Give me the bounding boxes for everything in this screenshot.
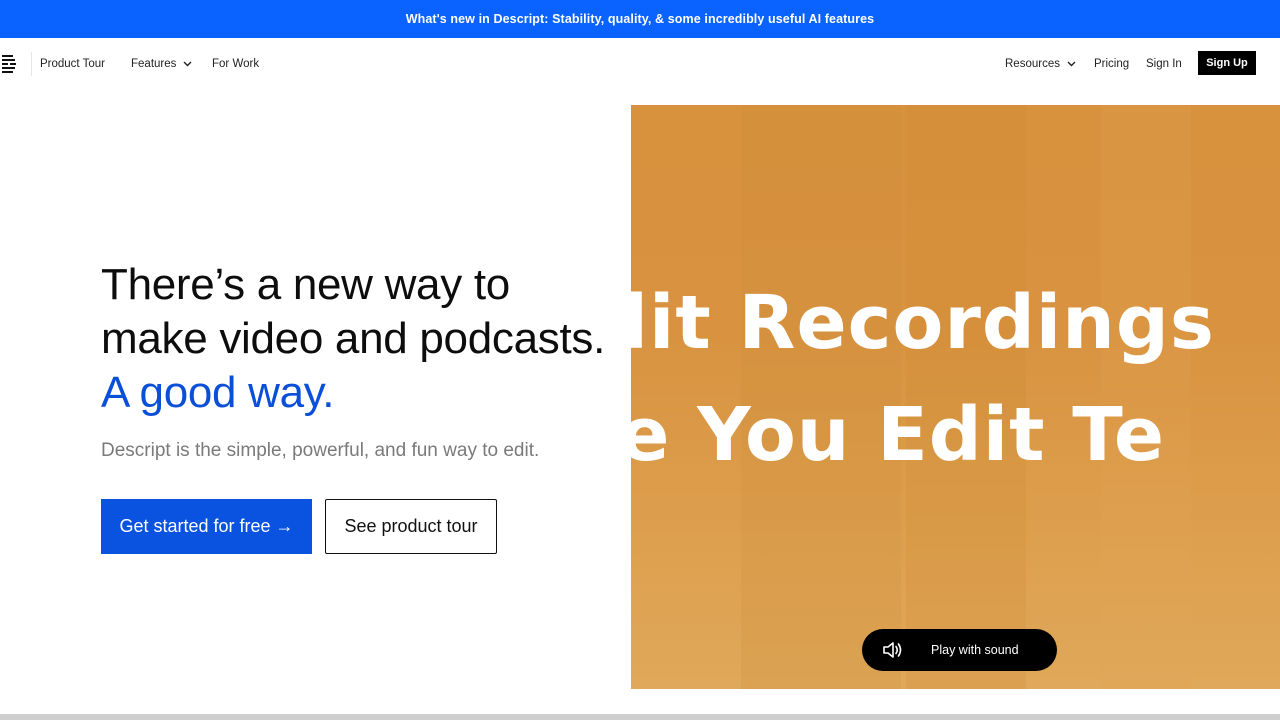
speaker-icon (883, 642, 902, 658)
play-with-sound-label: Play with sound (931, 643, 1019, 657)
sign-up-button[interactable]: Sign Up (1198, 51, 1256, 75)
nav-features-label: Features (131, 58, 177, 70)
chevron-down-icon (1067, 61, 1076, 67)
play-with-sound-button[interactable]: Play with sound (862, 629, 1057, 671)
descript-logo-icon[interactable] (0, 52, 32, 76)
nav-pricing-label: Pricing (1094, 58, 1130, 70)
see-product-tour-button[interactable]: See product tour (325, 499, 497, 554)
announcement-bar[interactable]: What's new in Descript: Stability, quali… (0, 0, 1280, 38)
hero-video[interactable]: dit Recordings ke You Edit Te (631, 105, 1280, 689)
hero-title-accent: A good way. (101, 368, 335, 417)
nav-pricing[interactable]: Pricing (1094, 38, 1129, 90)
horizontal-scrollbar[interactable] (0, 714, 1280, 720)
nav-resources[interactable]: Resources (1005, 38, 1076, 90)
nav-sign-in[interactable]: Sign In (1146, 38, 1182, 90)
hero-title-main: There’s a new way to make video and podc… (101, 260, 605, 363)
announcement-text[interactable]: What's new in Descript: Stability, quali… (406, 12, 874, 26)
hero-title: There’s a new way to make video and podc… (101, 258, 621, 420)
get-started-button[interactable]: Get started for free → (101, 499, 312, 554)
video-caption-line-2: ke You Edit Te (631, 392, 1166, 478)
video-caption-line-1: dit Recordings (631, 280, 1215, 366)
nav-resources-label: Resources (1005, 58, 1060, 70)
video-caption: dit Recordings ke You Edit Te (631, 270, 1280, 490)
chevron-down-icon (183, 61, 192, 67)
nav-features[interactable]: Features (131, 38, 192, 90)
nav-product-tour[interactable]: Product Tour (40, 38, 105, 90)
nav-product-tour-label: Product Tour (40, 58, 105, 70)
top-navigation: Product Tour Features For Work Resources… (0, 38, 1280, 90)
nav-sign-in-label: Sign In (1146, 58, 1182, 70)
nav-for-work[interactable]: For Work (212, 38, 259, 90)
nav-for-work-label: For Work (212, 58, 260, 70)
hero-subtitle: Descript is the simple, powerful, and fu… (101, 440, 540, 461)
